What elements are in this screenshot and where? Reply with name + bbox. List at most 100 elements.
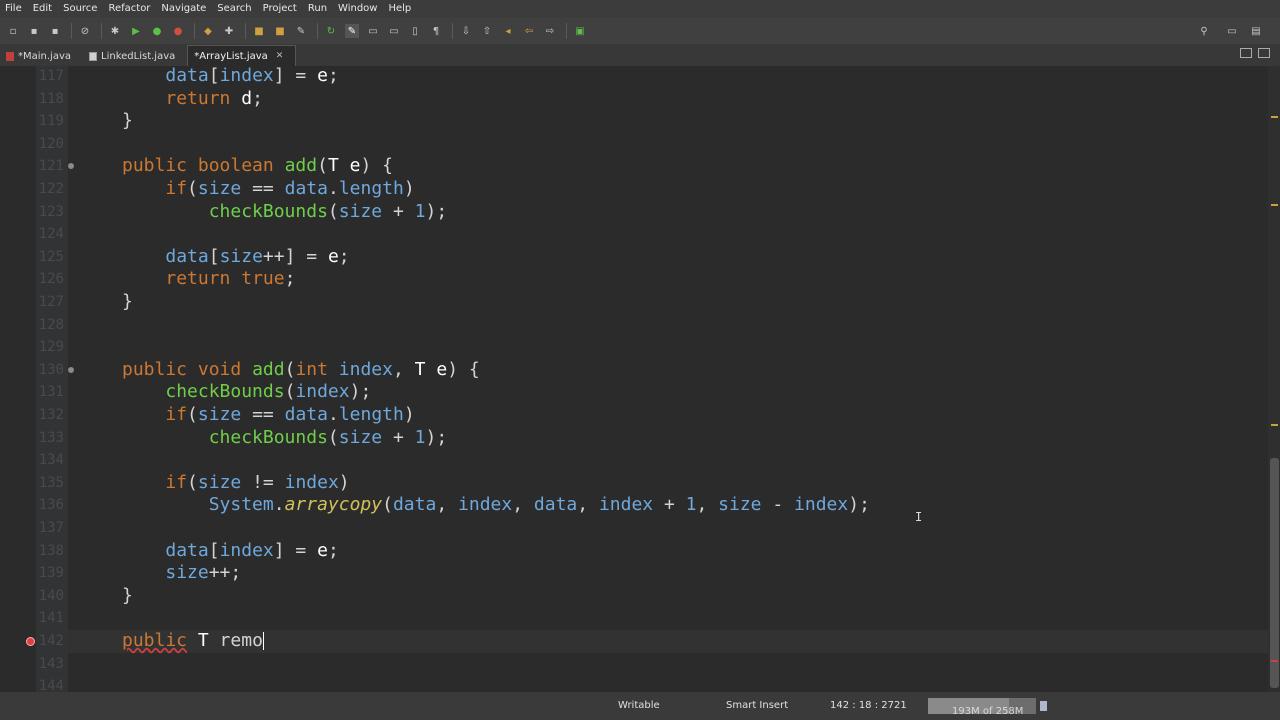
line-number: 125: [38, 248, 64, 265]
back-icon[interactable]: ⇦: [522, 24, 536, 38]
error-marker-icon[interactable]: [26, 637, 35, 646]
menu-source[interactable]: Source: [58, 0, 103, 18]
java-perspective-icon[interactable]: ▤: [1249, 24, 1263, 38]
code-line[interactable]: public boolean add(T e) {: [122, 155, 393, 178]
code-line[interactable]: checkBounds(index);: [122, 381, 371, 404]
menu-window[interactable]: Window: [333, 0, 383, 18]
code-line[interactable]: return d;: [122, 88, 263, 111]
code-line[interactable]: if(size == data.length): [122, 404, 414, 427]
line-number: 138: [38, 542, 64, 559]
code-line[interactable]: public void add(int index, T e) {: [122, 359, 480, 382]
menu-run[interactable]: Run: [303, 0, 333, 18]
vertical-scrollbar[interactable]: [1268, 66, 1280, 692]
text-caret: [262, 632, 264, 650]
line-number: 131: [38, 384, 64, 401]
open-perspective-icon[interactable]: ▭: [1225, 24, 1239, 38]
external-tools-icon[interactable]: ●: [171, 24, 185, 38]
override-marker-icon[interactable]: [68, 163, 74, 169]
code-line[interactable]: }: [122, 110, 133, 133]
line-number: 143: [38, 655, 64, 672]
code-line[interactable]: if(size != index): [122, 472, 349, 495]
line-number: 140: [38, 587, 64, 604]
menu-search[interactable]: Search: [212, 0, 257, 18]
line-number: 124: [38, 226, 64, 243]
line-number: 130: [38, 361, 64, 378]
menu-bar: File Edit Source Refactor Navigate Search Proj…: [0, 0, 1280, 18]
code-line[interactable]: data[index] = e;: [122, 540, 338, 563]
minimize-icon[interactable]: [1240, 48, 1252, 58]
skip-breakpoints-icon[interactable]: ⊘: [78, 24, 92, 38]
code-line[interactable]: size++;: [122, 562, 241, 585]
line-number: 120: [38, 135, 64, 152]
heap-status[interactable]: 193M of 258M: [928, 698, 1036, 717]
forward-icon[interactable]: ⇨: [543, 24, 557, 38]
overview-mark[interactable]: [1271, 204, 1278, 206]
line-number: 142: [38, 633, 64, 649]
code-line[interactable]: }: [122, 291, 133, 314]
tab-linkedlist-java[interactable]: LinkedList.java: [83, 46, 187, 66]
search-icon[interactable]: ✎: [294, 24, 308, 38]
overview-mark[interactable]: [1271, 116, 1278, 118]
heap-label: 193M of 258M: [952, 706, 1024, 717]
cursor-position: 142 : 18 : 2721: [830, 700, 907, 711]
word-wrap-icon[interactable]: ▭: [366, 24, 380, 38]
menu-navigate[interactable]: Navigate: [156, 0, 212, 18]
menu-project[interactable]: Project: [258, 0, 303, 18]
menu-refactor[interactable]: Refactor: [103, 0, 156, 18]
code-line[interactable]: public T remo: [122, 630, 264, 653]
code-line[interactable]: return true;: [122, 268, 295, 291]
menu-help[interactable]: Help: [383, 0, 417, 18]
line-number: 132: [38, 407, 64, 423]
insert-mode-status: Smart Insert: [726, 700, 789, 711]
tab-main-java[interactable]: *Main.java: [0, 46, 83, 66]
quick-access-icon[interactable]: ⚲: [1197, 24, 1211, 38]
previous-annotation-icon[interactable]: ⇧: [480, 24, 494, 38]
code-line[interactable]: if(size == data.length): [122, 178, 414, 201]
close-icon[interactable]: ✕: [276, 51, 284, 61]
next-annotation-icon[interactable]: ⇩: [459, 24, 473, 38]
code-line[interactable]: System.arraycopy(data, index, data, inde…: [122, 494, 870, 517]
code-line[interactable]: checkBounds(size + 1);: [122, 427, 447, 450]
new-icon[interactable]: ▫: [6, 24, 20, 38]
scrollbar-thumb[interactable]: [1270, 458, 1279, 688]
line-number: 133: [38, 429, 64, 446]
open-task-icon[interactable]: ■: [273, 24, 287, 38]
maximize-icon[interactable]: [1258, 48, 1270, 58]
pin-editor-icon[interactable]: ▣: [573, 24, 587, 38]
menu-file[interactable]: File: [0, 0, 28, 18]
line-number: 127: [38, 294, 64, 310]
garbage-collect-icon[interactable]: [1040, 701, 1047, 711]
override-marker-icon[interactable]: [68, 367, 74, 373]
code-line[interactable]: }: [122, 585, 133, 608]
overview-mark[interactable]: [1271, 424, 1278, 426]
code-editor[interactable]: 117 118 119 120 121 122 123 124 125 126 127 128 129 1…: [0, 65, 1280, 694]
open-type-icon[interactable]: ■: [252, 24, 266, 38]
run-icon[interactable]: ▶: [129, 24, 143, 38]
debug-icon[interactable]: ✱: [108, 24, 122, 38]
tab-arraylist-java[interactable]: *ArrayList.java ✕: [187, 45, 297, 66]
pilcrow-icon[interactable]: ¶: [429, 24, 443, 38]
java-file-icon: [89, 51, 98, 61]
code-text[interactable]: data[index] = e; return d;} public boolea…: [122, 65, 1260, 692]
annotation-ruler: [24, 66, 36, 692]
new-package-icon[interactable]: ✚: [222, 24, 236, 38]
menu-edit[interactable]: Edit: [28, 0, 58, 18]
block-selection-icon[interactable]: ✎: [345, 24, 359, 38]
line-number: 118: [38, 90, 64, 107]
toolbar-separator: [245, 23, 246, 39]
code-line[interactable]: data[index] = e;: [122, 65, 338, 88]
new-class-icon[interactable]: ◆: [201, 24, 215, 38]
code-line[interactable]: checkBounds(size + 1);: [122, 201, 447, 224]
line-number: 135: [38, 474, 64, 491]
show-whitespace-icon[interactable]: ▭: [387, 24, 401, 38]
show-block-icon[interactable]: ▯: [408, 24, 422, 38]
code-line[interactable]: data[size++] = e;: [122, 246, 349, 269]
overview-mark[interactable]: [1271, 660, 1278, 662]
java-file-icon: [6, 51, 14, 61]
save-all-icon[interactable]: ▪: [48, 24, 62, 38]
line-number: 129: [38, 339, 64, 356]
coverage-icon[interactable]: ●: [150, 24, 164, 38]
toggle-mark-occurrences-icon[interactable]: ↻: [324, 24, 338, 38]
save-icon[interactable]: ▪: [27, 24, 41, 38]
last-edit-location-icon[interactable]: ◂: [501, 24, 515, 38]
